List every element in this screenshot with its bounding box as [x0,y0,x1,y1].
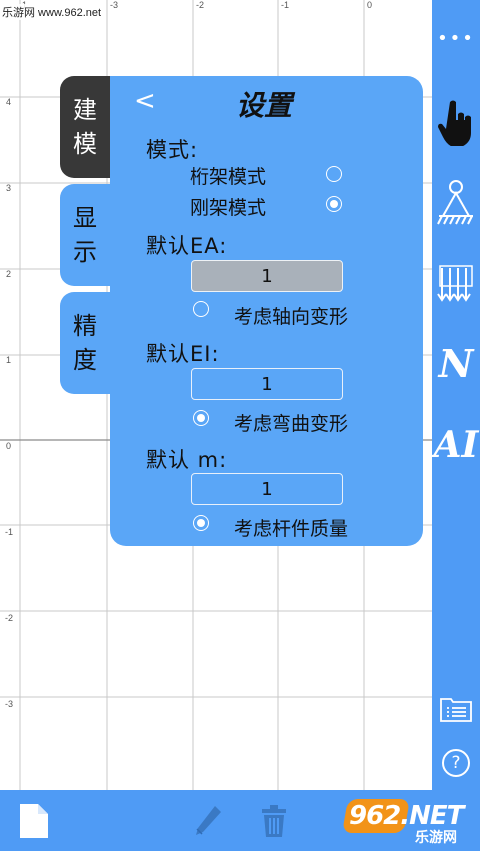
more-button[interactable]: ••• [432,22,480,54]
tab-modeling[interactable]: 建 模 [60,76,110,178]
panel-title: 设置 [236,89,293,122]
truss-mode-radio[interactable] [326,166,342,182]
site-logo: 962.NET 乐游网 [342,790,474,851]
tab-precision-label-top: 精 [73,312,97,340]
default-ea-label: 默认EA: [146,234,228,258]
watermark-text: 乐游网 www.962.net [0,4,104,20]
mode-label: 模式: [146,138,199,162]
trash-icon[interactable] [254,790,294,851]
axial-force-button[interactable]: N [432,338,480,388]
tab-precision-label-bottom: 度 [73,346,97,374]
y-tick-label: 3 [6,183,11,193]
y-tick-label: -2 [5,613,13,623]
back-button[interactable]: < [134,86,156,116]
tab-display[interactable]: 显 示 [60,184,110,286]
right-toolbar: ••• N AI ? [432,0,480,790]
pencil-icon[interactable] [188,790,228,851]
default-ea-field[interactable]: 1 [191,260,343,292]
x-tick-label: -3 [110,0,118,10]
tab-display-label-bottom: 示 [73,238,97,266]
logo-subtext: 乐游网 [415,829,457,846]
radio-selected-dot [197,414,205,422]
y-tick-label: 1 [6,355,11,365]
new-file-icon[interactable] [14,790,54,851]
tab-modeling-label-bottom: 模 [73,130,97,158]
default-ei-field[interactable]: 1 [191,368,343,400]
hand-pointer-icon[interactable] [432,96,480,148]
tab-display-label-top: 显 [73,204,97,232]
axial-deformation-label: 考虑轴向变形 [234,306,349,328]
distributed-load-icon[interactable] [432,260,480,308]
default-m-field[interactable]: 1 [191,473,343,505]
x-tick-label: 0 [367,0,372,10]
y-tick-label: 4 [6,97,11,107]
default-m-label: 默认 m: [146,448,228,472]
default-ei-label: 默认EI: [146,342,220,366]
truss-mode-label: 桁架模式 [190,166,267,188]
frame-mode-radio[interactable] [326,196,342,212]
y-tick-label: 0 [6,441,11,451]
tab-precision[interactable]: 精 度 [60,292,110,394]
member-mass-label: 考虑杆件质量 [234,518,349,540]
settings-panel: < 设置 模式: 桁架模式 刚架模式 默认EA: 1 考虑轴向变形 默认EI: … [110,76,423,546]
file-list-icon[interactable] [432,692,480,726]
x-tick-label: -2 [196,0,204,10]
axial-deformation-radio[interactable] [193,301,209,317]
x-tick-label: -1 [281,0,289,10]
bending-deformation-radio[interactable] [193,410,209,426]
ai-button[interactable]: AI [432,420,480,470]
support-icon[interactable] [432,176,480,232]
radio-selected-dot [330,200,338,208]
member-mass-radio[interactable] [193,515,209,531]
bending-deformation-label: 考虑弯曲变形 [234,413,349,435]
frame-mode-label: 刚架模式 [190,197,267,219]
y-tick-label: -1 [5,527,13,537]
tab-modeling-label-top: 建 [73,96,97,124]
bottom-toolbar: 962.NET 乐游网 [0,790,480,851]
y-tick-label: 2 [6,269,11,279]
y-tick-label: -3 [5,699,13,709]
help-label: ? [442,749,470,777]
radio-selected-dot [197,519,205,527]
help-icon[interactable]: ? [432,746,480,780]
